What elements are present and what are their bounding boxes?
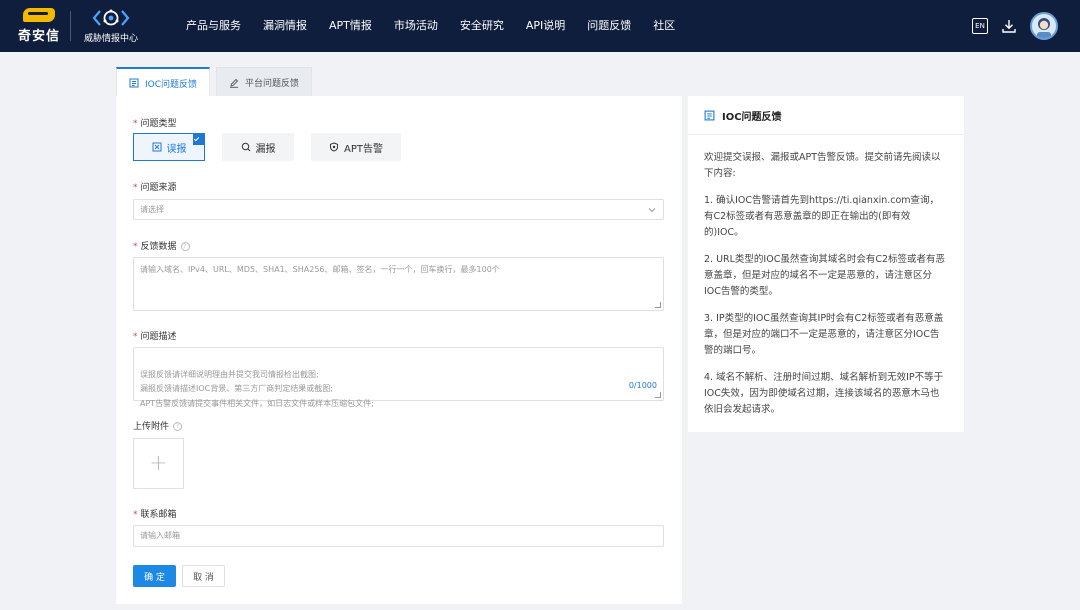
cancel-button[interactable]: 取 消 xyxy=(182,565,225,587)
feedback-tabs: IOC问题反馈 平台问题反馈 xyxy=(116,67,318,97)
threat-intel-logo-icon xyxy=(92,9,130,26)
help-icon[interactable]: ? xyxy=(180,242,190,251)
tab-platform-feedback[interactable]: 平台问题反馈 xyxy=(216,67,313,97)
guide-item: 3. IP类型的IOC虽然查询其IP时会有C2标签或者有恶意盖章，但是对应的端口… xyxy=(704,313,944,356)
user-avatar[interactable] xyxy=(1030,12,1058,40)
ioc-feedback-guide-panel: IOC问题反馈 欢迎提交误报、漏报或APT告警反馈。提交前请先阅读以下内容: 1… xyxy=(688,96,964,432)
avatar-person-icon xyxy=(1037,18,1051,38)
document-icon xyxy=(129,78,139,88)
nav-item-community[interactable]: 社区 xyxy=(642,0,686,52)
type-label: * 问题类型 xyxy=(133,119,177,129)
chevron-down-icon xyxy=(648,208,656,213)
desc-label: * 问题描述 xyxy=(133,332,177,342)
nav-item-feedback[interactable]: 问题反馈 xyxy=(576,0,642,52)
nav-item-security-research[interactable]: 安全研究 xyxy=(449,0,515,52)
qianxin-logo-mark-icon xyxy=(23,8,55,22)
document-icon xyxy=(704,110,715,120)
source-select[interactable]: 请选择 xyxy=(133,199,664,220)
resize-handle-icon[interactable] xyxy=(655,392,661,398)
brand-name: 奇安信 xyxy=(17,29,60,44)
selected-check-icon xyxy=(193,133,205,145)
edit-icon xyxy=(230,78,239,88)
description-textarea[interactable]: 误报反馈请详细说明理由并提交我司情报检出截图; 漏报反馈请描述IOC背景、第三方… xyxy=(133,347,664,408)
sub-brand-name: 威胁情报中心 xyxy=(83,34,138,44)
type-option-false-negative[interactable]: 漏报 xyxy=(222,133,294,161)
nav-item-api-docs[interactable]: API说明 xyxy=(515,0,576,52)
search-icon xyxy=(241,142,250,152)
guide-item: 4. 域名不解析、注册时间过期、域名解析到无效IP不等于IOC失效，因为即使域名… xyxy=(704,372,944,415)
qianxin-logo[interactable]: 奇安信 xyxy=(14,8,64,44)
feedback-data-textarea[interactable]: 请输入域名、IPv4、URL、MD5、SHA1、SHA256、邮箱、签名，一行一… xyxy=(133,257,664,311)
false-positive-icon xyxy=(152,142,161,152)
language-switch-icon[interactable]: EN xyxy=(972,18,988,34)
type-option-false-positive[interactable]: 误报 xyxy=(133,133,205,161)
guide-item: 2. URL类型的IOC虽然查询其域名时会有C2标签或者有恶意盖章，但是对应的域… xyxy=(704,254,946,297)
tab-ioc-feedback[interactable]: IOC问题反馈 xyxy=(116,67,211,97)
upload-attachment-button[interactable]: + xyxy=(133,438,184,489)
panel-header: IOC问题反馈 xyxy=(688,96,964,135)
submit-button[interactable]: 确 定 xyxy=(133,565,176,587)
top-navigation-bar: 奇安信 威胁情报中心 产品与服务 漏洞情报 APT情报 市场活动 安全研究 AP… xyxy=(0,0,1080,52)
plus-icon: + xyxy=(149,451,168,476)
email-label: * 联系邮箱 xyxy=(133,510,177,520)
char-count: 0/1000 xyxy=(628,380,657,390)
panel-body: 欢迎提交误报、漏报或APT告警反馈。提交前请先阅读以下内容: 1. 确认IOC告… xyxy=(688,135,964,418)
panel-intro: 欢迎提交误报、漏报或APT告警反馈。提交前请先阅读以下内容: xyxy=(704,152,941,179)
ioc-feedback-form: * 问题类型 误报 漏报 APT告警 * 问题来源 请选择 * 反馈数据? 请输入域名… xyxy=(116,96,682,604)
logo-divider xyxy=(70,11,71,41)
nav-item-apt-intel[interactable]: APT情报 xyxy=(318,0,383,52)
nav-item-products[interactable]: 产品与服务 xyxy=(175,0,252,52)
download-icon[interactable] xyxy=(1001,18,1017,34)
panel-title: IOC问题反馈 xyxy=(722,111,782,123)
tab-label: 平台问题反馈 xyxy=(245,79,300,89)
source-label: * 问题来源 xyxy=(133,183,177,193)
help-icon[interactable]: ? xyxy=(173,422,183,431)
nav-item-vuln-intel[interactable]: 漏洞情报 xyxy=(252,0,318,52)
data-label: * 反馈数据? xyxy=(133,239,190,252)
nav-item-market-events[interactable]: 市场活动 xyxy=(383,0,449,52)
threat-intel-center-logo[interactable]: 威胁情报中心 xyxy=(83,8,139,44)
main-nav: 产品与服务 漏洞情报 APT情报 市场活动 安全研究 API说明 问题反馈 社区 xyxy=(175,0,686,52)
upload-label: 上传附件? xyxy=(133,419,183,432)
logo-area[interactable]: 奇安信 威胁情报中心 xyxy=(14,0,139,52)
resize-handle-icon[interactable] xyxy=(655,302,661,308)
shield-icon xyxy=(330,142,338,152)
guide-item: 1. 确认IOC告警请首先到https://ti.qianxin.com查询，有… xyxy=(704,195,940,238)
tab-label: IOC问题反馈 xyxy=(145,79,198,90)
type-option-apt-alert[interactable]: APT告警 xyxy=(311,133,401,161)
email-field[interactable]: 请输入邮箱 xyxy=(133,525,664,547)
header-actions: EN xyxy=(972,0,1080,52)
